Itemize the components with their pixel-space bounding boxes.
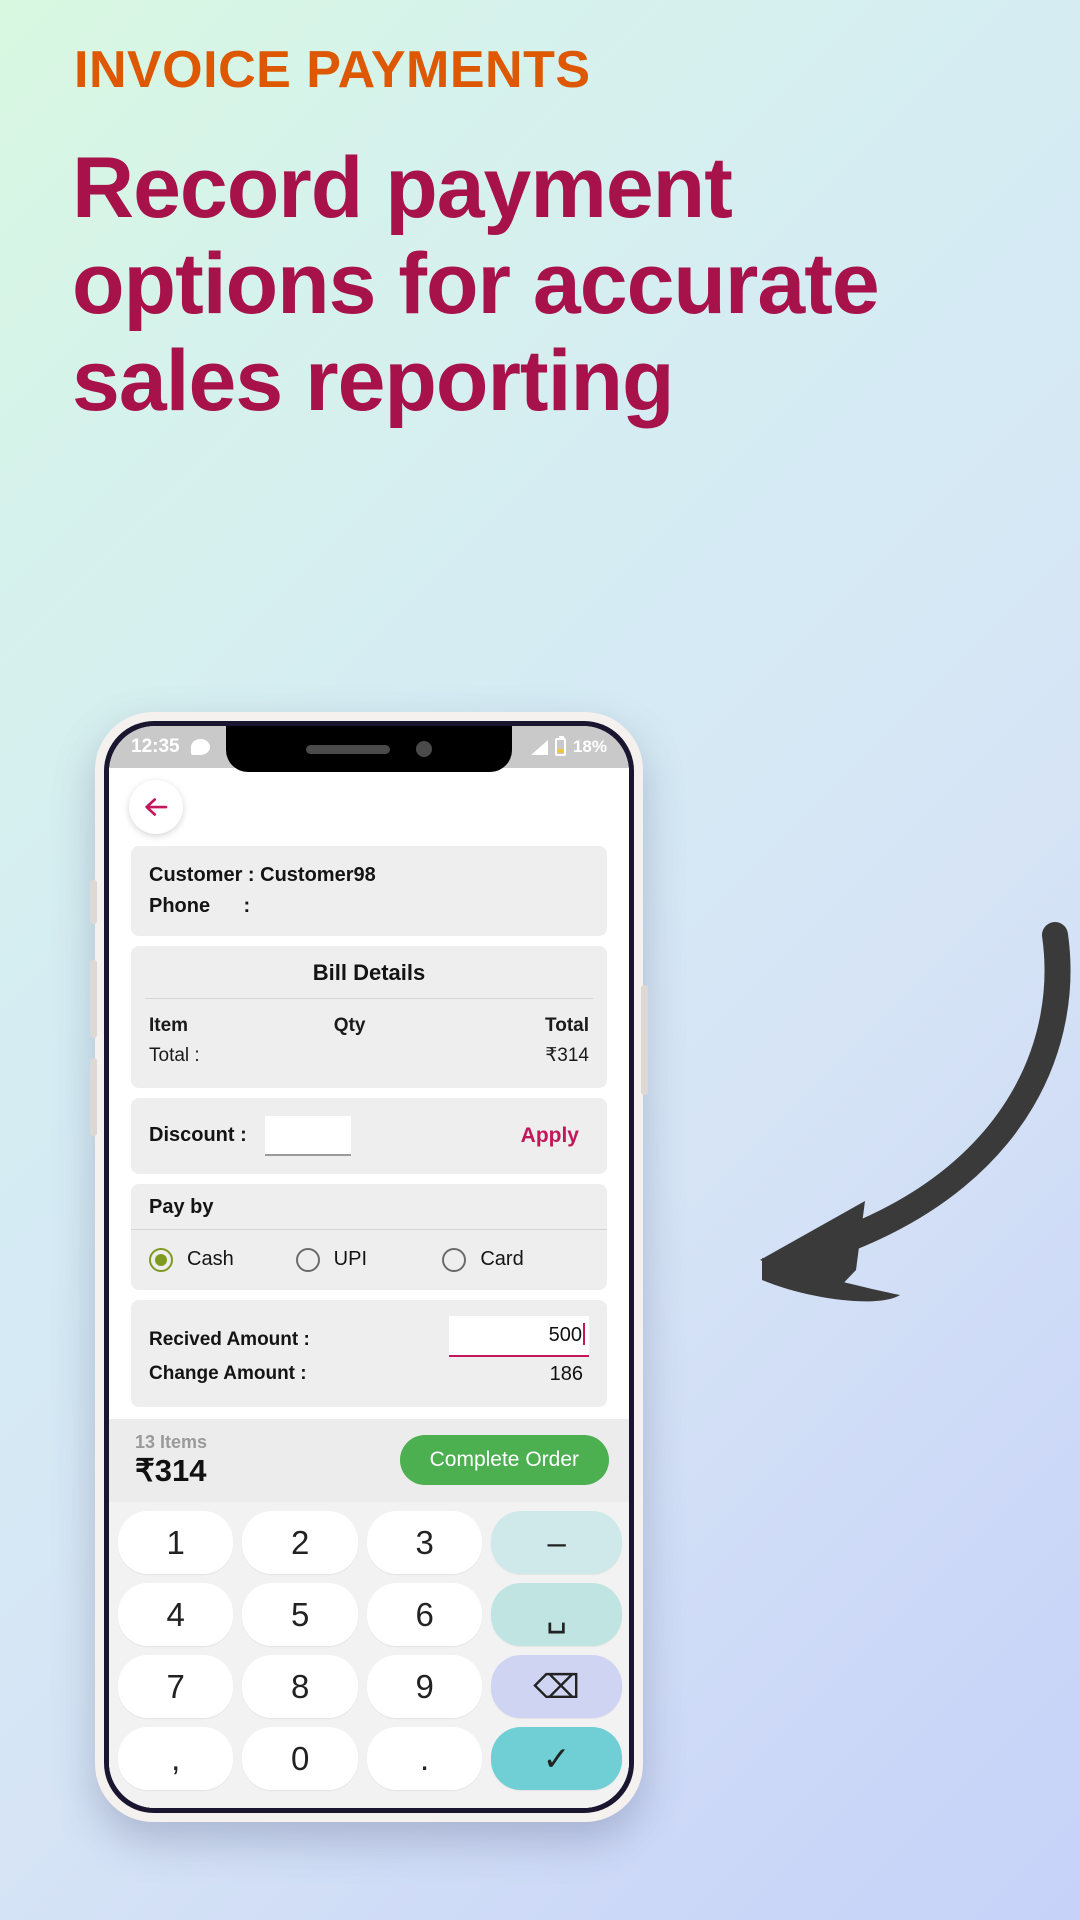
key-8[interactable]: 8 [242,1655,358,1719]
signal-bars-icon [530,739,548,755]
radio-cash-icon[interactable] [149,1247,173,1272]
summary-total: ₹314 [135,1453,207,1489]
discount-label: Discount : [149,1124,247,1147]
text-caret [583,1322,585,1345]
chat-bubble-icon [190,739,210,755]
numeric-keypad: 1 2 3 – 4 5 6 ␣ 7 8 9 ⌫ , 0 . ✓ [109,1502,629,1800]
keypad-row: 4 5 6 ␣ [118,1583,622,1647]
keypad-row: 1 2 3 – [118,1511,622,1575]
status-time: 12:35 [131,736,180,757]
app-bar [109,768,629,846]
pay-option-cash[interactable]: Cash [149,1247,296,1272]
bill-table: Item Qty Total Total : ₹314 [131,999,607,1088]
bill-details-card: Bill Details Item Qty Total Total : ₹314 [131,946,607,1088]
battery-icon [554,736,566,756]
pay-option-card[interactable]: Card [442,1247,589,1272]
arrow-left-icon [145,798,168,816]
complete-order-button[interactable]: Complete Order [399,1434,609,1485]
bill-row-total: ₹314 [545,1045,589,1067]
customer-phone-row: Phone : [149,895,251,917]
received-amount-label: Recived Amount : [149,1329,310,1351]
bill-row-item: Total : [149,1045,200,1067]
radio-card-icon[interactable] [442,1247,467,1272]
change-amount-value: 186 [549,1362,583,1385]
table-row: Total : ₹314 [149,1041,589,1071]
phone-mockup: 12:35 18% Customer: Customer98 Phone: … [95,712,643,1822]
phone-volume-down-button [90,1058,97,1136]
pay-by-title: Pay by [149,1195,214,1218]
enter-key[interactable]: ✓ [491,1727,622,1791]
pay-option-upi[interactable]: UPI [295,1247,443,1272]
status-bar: 12:35 18% [109,726,629,772]
keypad-row: , 0 . ✓ [118,1727,622,1791]
change-amount-row: Change Amount : 186 [149,1357,589,1391]
column-header-total: Total [545,1015,589,1036]
radio-upi-icon[interactable] [295,1247,320,1272]
phone-power-button [641,985,648,1095]
discount-card: Discount : Apply [131,1097,607,1174]
app-content: Customer : Customer98 Phone : Bill Detai… [109,768,629,1808]
pay-by-options: Cash UPI Card [131,1230,607,1290]
pay-option-cash-label: Cash [187,1248,234,1271]
received-amount-value: 500 [548,1323,582,1346]
minus-key[interactable]: – [491,1511,622,1575]
space-key[interactable]: ␣ [491,1583,622,1647]
phone-volume-up-button [90,960,97,1038]
dot-key[interactable]: . [366,1727,483,1791]
bill-table-header: Item Qty Total [149,1011,589,1041]
backspace-key[interactable]: ⌫ [491,1655,622,1719]
customer-name-row: Customer : Customer98 [149,864,376,886]
order-summary-bar: 13 Items ₹314 Complete Order [109,1418,629,1503]
key-5[interactable]: 5 [242,1583,358,1647]
pay-option-upi-label: UPI [333,1248,368,1271]
promo-eyebrow: INVOICE PAYMENTS [74,41,591,99]
key-2[interactable]: 2 [242,1511,358,1575]
pay-option-card-label: Card [480,1248,524,1271]
key-9[interactable]: 9 [366,1655,483,1719]
column-header-item: Item [149,1015,189,1036]
key-0[interactable]: 0 [242,1727,358,1791]
key-7[interactable]: 7 [118,1655,234,1719]
keypad-row: 7 8 9 ⌫ [118,1655,622,1719]
battery-percent: 18% [572,737,607,756]
bill-row-qty [334,1041,475,1071]
earpiece-speaker-icon [306,744,390,754]
phone-mute-switch [90,880,97,924]
key-1[interactable]: 1 [118,1511,234,1575]
front-camera-icon [416,741,432,757]
received-amount-row: Recived Amount : 500 [149,1315,589,1357]
customer-card: Customer : Customer98 Phone : [131,846,607,936]
keyboard-collapse-bar [109,1799,629,1808]
amounts-card: Recived Amount : 500 Change Amount : 186 [131,1299,607,1407]
discount-input[interactable] [264,1115,351,1156]
key-3[interactable]: 3 [366,1511,483,1575]
pointer-arrow-icon [760,922,1071,1302]
apply-button[interactable]: Apply [521,1124,589,1148]
pay-by-card: Pay by Cash UPI Card [131,1183,607,1290]
phone-screen: 12:35 18% Customer: Customer98 Phone: … [109,726,629,1808]
bill-details-title: Bill Details [312,960,426,985]
back-button[interactable] [129,780,183,834]
promo-headline: Record payment options for accurate sale… [72,140,880,429]
received-amount-input[interactable]: 500 [449,1315,589,1357]
summary-item-count: 13 Items [135,1431,208,1452]
comma-key[interactable]: , [118,1727,234,1791]
key-4[interactable]: 4 [118,1583,234,1647]
notch [226,726,512,772]
key-6[interactable]: 6 [366,1583,483,1647]
column-header-qty: Qty [333,1015,366,1036]
change-amount-label: Change Amount : [149,1363,307,1385]
